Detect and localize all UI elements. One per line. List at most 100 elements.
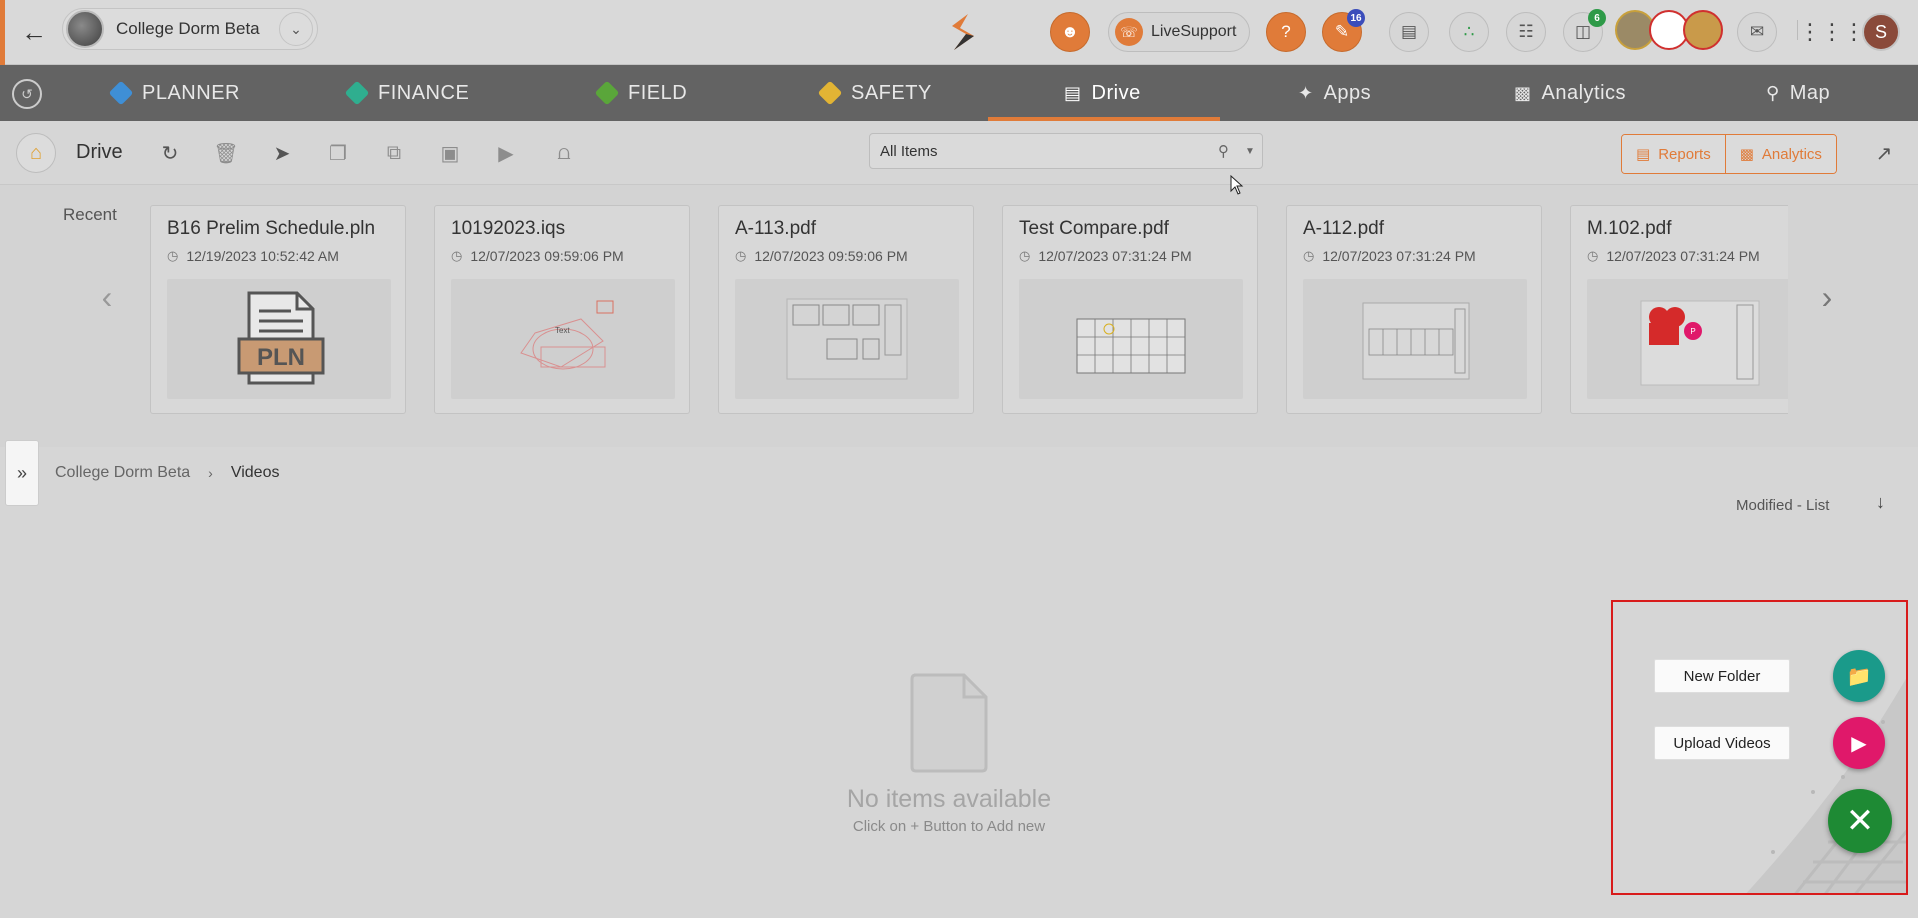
close-icon[interactable]: ✕ [1828, 789, 1892, 853]
svg-text:Text: Text [555, 326, 570, 335]
clock-icon: ◷ [451, 248, 463, 263]
report-button-group: ▤ Reports ▩ Analytics [1621, 134, 1837, 174]
file-thumbnail: Text [451, 279, 675, 399]
tab-field[interactable]: FIELD [594, 65, 688, 121]
copy-file-icon[interactable]: ❐ [324, 139, 352, 167]
tab-planner-label: PLANNER [142, 81, 240, 104]
recent-file-card[interactable]: B16 Prelim Schedule.pln ◷ 12/19/2023 10:5… [150, 205, 406, 414]
project-selector[interactable]: College Dorm Beta ⌄ [62, 8, 318, 50]
folder-icon[interactable]: 📁 [1833, 650, 1885, 702]
tab-field-label: FIELD [628, 81, 688, 104]
tab-apps-label: Apps [1323, 81, 1372, 104]
tab-finance[interactable]: FINANCE [344, 65, 470, 121]
recent-file-card[interactable]: Test Compare.pdf ◷ 12/07/2023 07:31:24 PM [1002, 205, 1258, 414]
recent-file-card[interactable]: M.102.pdf ◷ 12/07/2023 07:31:24 PM P [1570, 205, 1788, 414]
field-icon [594, 80, 620, 106]
drive-icon: ▤ [1064, 82, 1082, 103]
clock-icon: ◷ [1019, 248, 1031, 263]
tab-finance-label: FINANCE [378, 81, 470, 104]
help-icon[interactable]: ? [1266, 12, 1306, 52]
recent-file-card[interactable]: A-113.pdf ◷ 12/07/2023 09:59:06 PM [718, 205, 974, 414]
move-icon[interactable]: ➤ [268, 139, 296, 167]
chevron-left-icon[interactable]: ‹ [93, 279, 121, 316]
file-name: A-112.pdf [1303, 218, 1384, 239]
module-switch-icon[interactable]: ↺ [12, 79, 42, 109]
empty-document-icon [910, 673, 988, 773]
file-thumbnail [1019, 279, 1243, 399]
search-icon[interactable]: ⚲ [1218, 142, 1238, 160]
refresh-icon[interactable]: ↻ [156, 139, 184, 167]
chat-icon[interactable]: ✉ [1737, 12, 1777, 52]
drive-toolbar: ⌂ Drive ↻ 🗑 ➤ ❐ ⧉ ▣ ▶ ⩍ All Items ⚲ ▼ ▤ … [0, 121, 1918, 185]
cart-icon[interactable]: ◫ 6 [1563, 9, 1606, 52]
chevron-right-icon[interactable]: › [1813, 279, 1841, 316]
sort-arrow-down-icon[interactable]: ↓ [1876, 492, 1885, 513]
inbox-icon[interactable]: ▤ [1389, 12, 1429, 52]
expand-sidebar-icon[interactable]: » [5, 440, 39, 506]
headset-icon: ☏ [1115, 18, 1143, 46]
mouse-cursor-icon [1230, 175, 1244, 195]
camera-icon[interactable]: ▣ [436, 139, 464, 167]
file-date: ◷ 12/07/2023 07:31:24 PM [1303, 248, 1476, 264]
file-name: M.102.pdf [1587, 218, 1672, 239]
recent-file-card[interactable]: A-112.pdf ◷ 12/07/2023 07:31:24 PM [1286, 205, 1542, 414]
live-support-label: LiveSupport [1151, 23, 1237, 40]
user-avatar[interactable]: S [1862, 13, 1900, 51]
clock-icon: ◷ [167, 248, 179, 263]
delete-icon[interactable]: 🗑 [212, 139, 240, 167]
empty-state-subtitle: Click on + Button to Add new [852, 818, 1046, 835]
fab-menu-panel: New Folder 📁 Upload Videos ▶ ✕ [1611, 600, 1908, 895]
header-divider [1797, 20, 1798, 40]
tab-apps[interactable]: ✦ Apps [1298, 65, 1371, 121]
chevron-down-icon[interactable]: ⌄ [279, 12, 313, 46]
map-icon: ⚲ [1766, 82, 1780, 103]
team-avatar-3[interactable] [1683, 10, 1723, 50]
upload-videos-button[interactable]: Upload Videos [1654, 726, 1790, 760]
recent-file-card[interactable]: 10192023.iqs ◷ 12/07/2023 09:59:06 PM Tex… [434, 205, 690, 414]
tab-map[interactable]: ⚲ Map [1766, 65, 1830, 121]
recent-label: Recent [63, 205, 117, 224]
document-review-icon[interactable]: ☷ [1506, 12, 1546, 52]
file-date-text: 12/07/2023 07:31:24 PM [1322, 248, 1476, 264]
caret-down-icon[interactable]: ▼ [1238, 146, 1262, 157]
bot-assistant-icon[interactable]: ☻ [1050, 12, 1090, 52]
reports-button[interactable]: ▤ Reports [1622, 135, 1725, 173]
analytics-button[interactable]: ▩ Analytics [1724, 135, 1836, 173]
open-external-icon[interactable]: ↗ [1870, 139, 1898, 167]
file-name: B16 Prelim Schedule.pln [167, 218, 376, 239]
share-icon[interactable]: ⩍ [550, 139, 578, 167]
play-icon[interactable]: ▶ [492, 139, 520, 167]
live-support-button[interactable]: ☏ LiveSupport [1108, 12, 1250, 52]
upload-video-icon[interactable]: ▶ [1833, 717, 1885, 769]
module-navigation: ↺ PLANNER FINANCE FIELD SAFETY ▤ Drive ✦… [0, 65, 1918, 121]
brand-logo-icon[interactable] [940, 10, 984, 54]
svg-text:PLN: PLN [257, 344, 305, 371]
new-folder-button[interactable]: New Folder [1654, 659, 1790, 693]
team-avatars[interactable] [1615, 10, 1723, 52]
tab-safety-label: SAFETY [851, 81, 932, 104]
reports-label: Reports [1658, 145, 1711, 163]
analytics-label: Analytics [1761, 145, 1822, 163]
clock-icon: ◷ [735, 248, 747, 263]
tab-safety[interactable]: SAFETY [817, 65, 932, 121]
file-date: ◷ 12/19/2023 10:52:42 AM [167, 248, 339, 264]
file-date-text: 12/07/2023 09:59:06 PM [754, 248, 908, 264]
file-date: ◷ 12/07/2023 09:59:06 PM [451, 248, 624, 264]
notifications-badge: 16 [1347, 9, 1365, 27]
sort-mode-label[interactable]: Modified - List [1736, 497, 1829, 514]
bar-chart-icon: ▩ [1739, 146, 1754, 163]
breadcrumb-root[interactable]: College Dorm Beta [55, 464, 190, 482]
notifications-icon[interactable]: ✎ 16 [1322, 9, 1365, 52]
reports-icon: ▤ [1636, 146, 1651, 163]
duplicate-icon[interactable]: ⧉ [380, 139, 408, 167]
file-date-text: 12/07/2023 07:31:24 PM [1606, 248, 1760, 264]
tab-planner[interactable]: PLANNER [108, 65, 240, 121]
tab-analytics[interactable]: ▩ Analytics [1514, 65, 1626, 121]
breadcrumb: College Dorm Beta › Videos [55, 464, 279, 482]
home-icon[interactable]: ⌂ [16, 133, 56, 173]
tab-drive[interactable]: ▤ Drive [1064, 65, 1141, 121]
back-arrow-icon[interactable]: ← [18, 16, 50, 48]
app-grid-icon[interactable]: ⋮⋮⋮ [1799, 18, 1865, 46]
items-filter-select[interactable]: All Items ⚲ ▼ [869, 133, 1263, 169]
network-icon[interactable]: ∴ [1449, 12, 1489, 52]
